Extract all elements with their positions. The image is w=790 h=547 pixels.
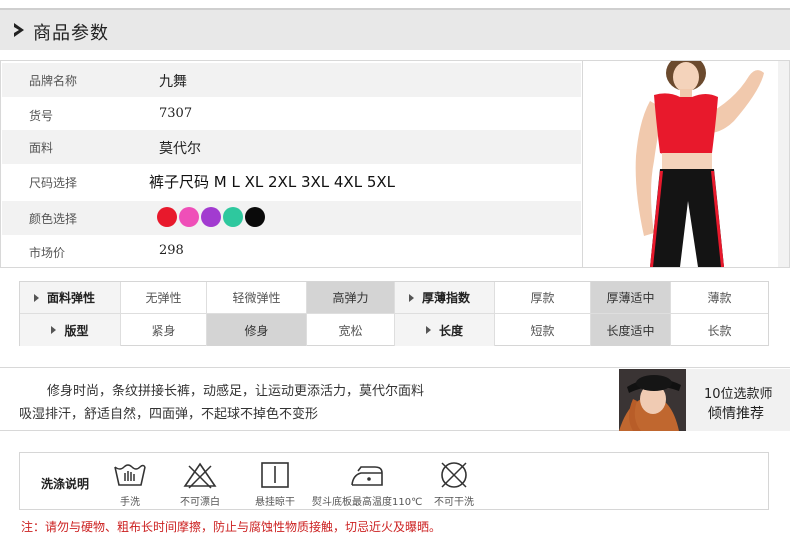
color-swatch-purple[interactable] [201,207,221,227]
care-item-no-dry-clean: 不可干洗 [434,461,474,508]
care-item-label: 手洗 [120,497,140,508]
care-instructions: 洗涤说明 手洗 不可漂白 悬挂晾干 熨斗底板最高温度110℃ 不可干洗 [19,452,769,510]
designer-count: 10位选款师 [704,387,773,402]
triangle-right-icon [51,326,57,334]
attr-option: 长款 [707,323,732,338]
care-item-hang-dry: 悬挂晾干 [255,461,295,508]
no-bleach-icon [183,462,217,489]
attr-option-selected: 修身 [207,314,307,346]
attr-option: 短款 [495,314,591,346]
description-line: 修身时尚，条纹拼接长裤，动感足，让运动更添活力，莫代尔面料 [47,384,425,399]
attr-option: 薄款 [671,282,768,314]
param-label: 品牌名称 [29,74,78,88]
model-illustration [635,61,764,267]
attr-option: 无弹性 [121,282,207,314]
triangle-right-icon [409,293,414,302]
param-value: 九舞 [159,74,187,90]
param-label: 颜色选择 [29,212,78,226]
product-params-panel: 品牌名称 九舞 货号 7307 面料 莫代尔 尺码选择 裤子尺码 M L XL … [0,60,790,268]
attribute-table: 面料弹性 无弹性 轻微弹性 高弹力 厚薄指数 厚款 厚薄适中 薄款 版型 紧身 … [19,281,769,346]
attr-heading-thickness: 厚薄指数 [395,282,495,314]
attr-option: 宽松 [307,314,395,346]
param-row-size: 尺码选择 裤子尺码 M L XL 2XL 3XL 4XL 5XL [2,165,581,199]
care-item-label: 悬挂晾干 [255,497,295,508]
triangle-right-icon [425,326,431,334]
attr-heading-fit: 版型 [20,314,121,346]
attr-heading-label: 版型 [64,323,89,338]
care-caption: 洗涤说明 [41,477,90,491]
color-swatch-black[interactable] [245,207,265,227]
care-item-label: 不可干洗 [434,497,474,508]
description-line: 吸湿排汗，舒适自然，四面弹，不起球不掉色不变形 [19,407,319,422]
color-swatch-green[interactable] [223,207,243,227]
hand-wash-icon [114,464,146,486]
attr-heading-length: 长度 [395,314,495,346]
designer-recommendation: 10位选款师 倾情推荐 [686,369,790,431]
param-label: 尺码选择 [29,176,78,190]
section-title: 商品参数 [33,23,109,44]
param-row-brand: 品牌名称 九舞 [2,63,581,97]
attr-heading-fabric-elasticity: 面料弹性 [20,282,121,314]
attr-option: 厚款 [495,282,591,314]
panel-divider [582,61,583,267]
param-label: 市场价 [29,246,66,260]
attr-option-selected: 长度适中 [591,314,671,346]
color-swatch-pink[interactable] [179,207,199,227]
param-row-market-price: 市场价 298 [2,235,581,269]
param-value: 7307 [159,106,193,121]
attr-option-selected: 高弹力 [307,282,395,314]
attr-option-selected: 厚薄适中 [591,282,671,314]
param-label: 货号 [29,109,54,123]
chevron-right-icon [14,23,24,37]
triangle-right-icon [34,293,39,302]
attr-heading-label: 长度 [438,323,463,338]
attr-heading-label: 面料弹性 [47,291,96,305]
param-row-fabric: 面料 莫代尔 [2,130,581,164]
color-swatch-red[interactable] [157,207,177,227]
designer-recommend-text: 倾情推荐 [708,406,764,422]
panel-side-strip [778,61,789,267]
care-item-iron: 熨斗底板最高温度110℃ [312,461,422,508]
description-band: 修身时尚，条纹拼接长裤，动感足，让运动更添活力，莫代尔面料 吸湿排汗，舒适自然，… [0,367,790,431]
param-row-item-number: 货号 7307 [2,98,581,132]
section-header: 商品参数 [0,8,790,50]
care-item-label: 不可漂白 [180,497,220,508]
param-value: 莫代尔 [159,141,201,157]
care-item-hand-wash: 手洗 [112,461,148,508]
hang-dry-icon [261,462,289,488]
designer-illustration [619,369,686,431]
care-warning-note: 注：请勿与硬物、粗布长时间摩擦，防止与腐蚀性物质接触，切忌近火及曝晒。 [21,520,442,534]
param-row-color: 颜色选择 [2,201,581,235]
designer-photo [619,369,686,431]
param-value: 裤子尺码 M L XL 2XL 3XL 4XL 5XL [149,173,396,191]
attr-heading-label: 厚薄指数 [422,291,471,305]
no-dry-clean-icon [441,462,467,488]
attr-option: 轻微弹性 [207,282,307,314]
care-item-no-bleach: 不可漂白 [180,461,220,508]
param-value: 298 [159,243,184,258]
care-item-label: 熨斗底板最高温度110℃ [312,497,423,508]
product-photo [584,61,777,267]
attr-option: 紧身 [121,314,207,346]
param-label: 面料 [29,141,54,155]
iron-110-icon [351,466,383,486]
